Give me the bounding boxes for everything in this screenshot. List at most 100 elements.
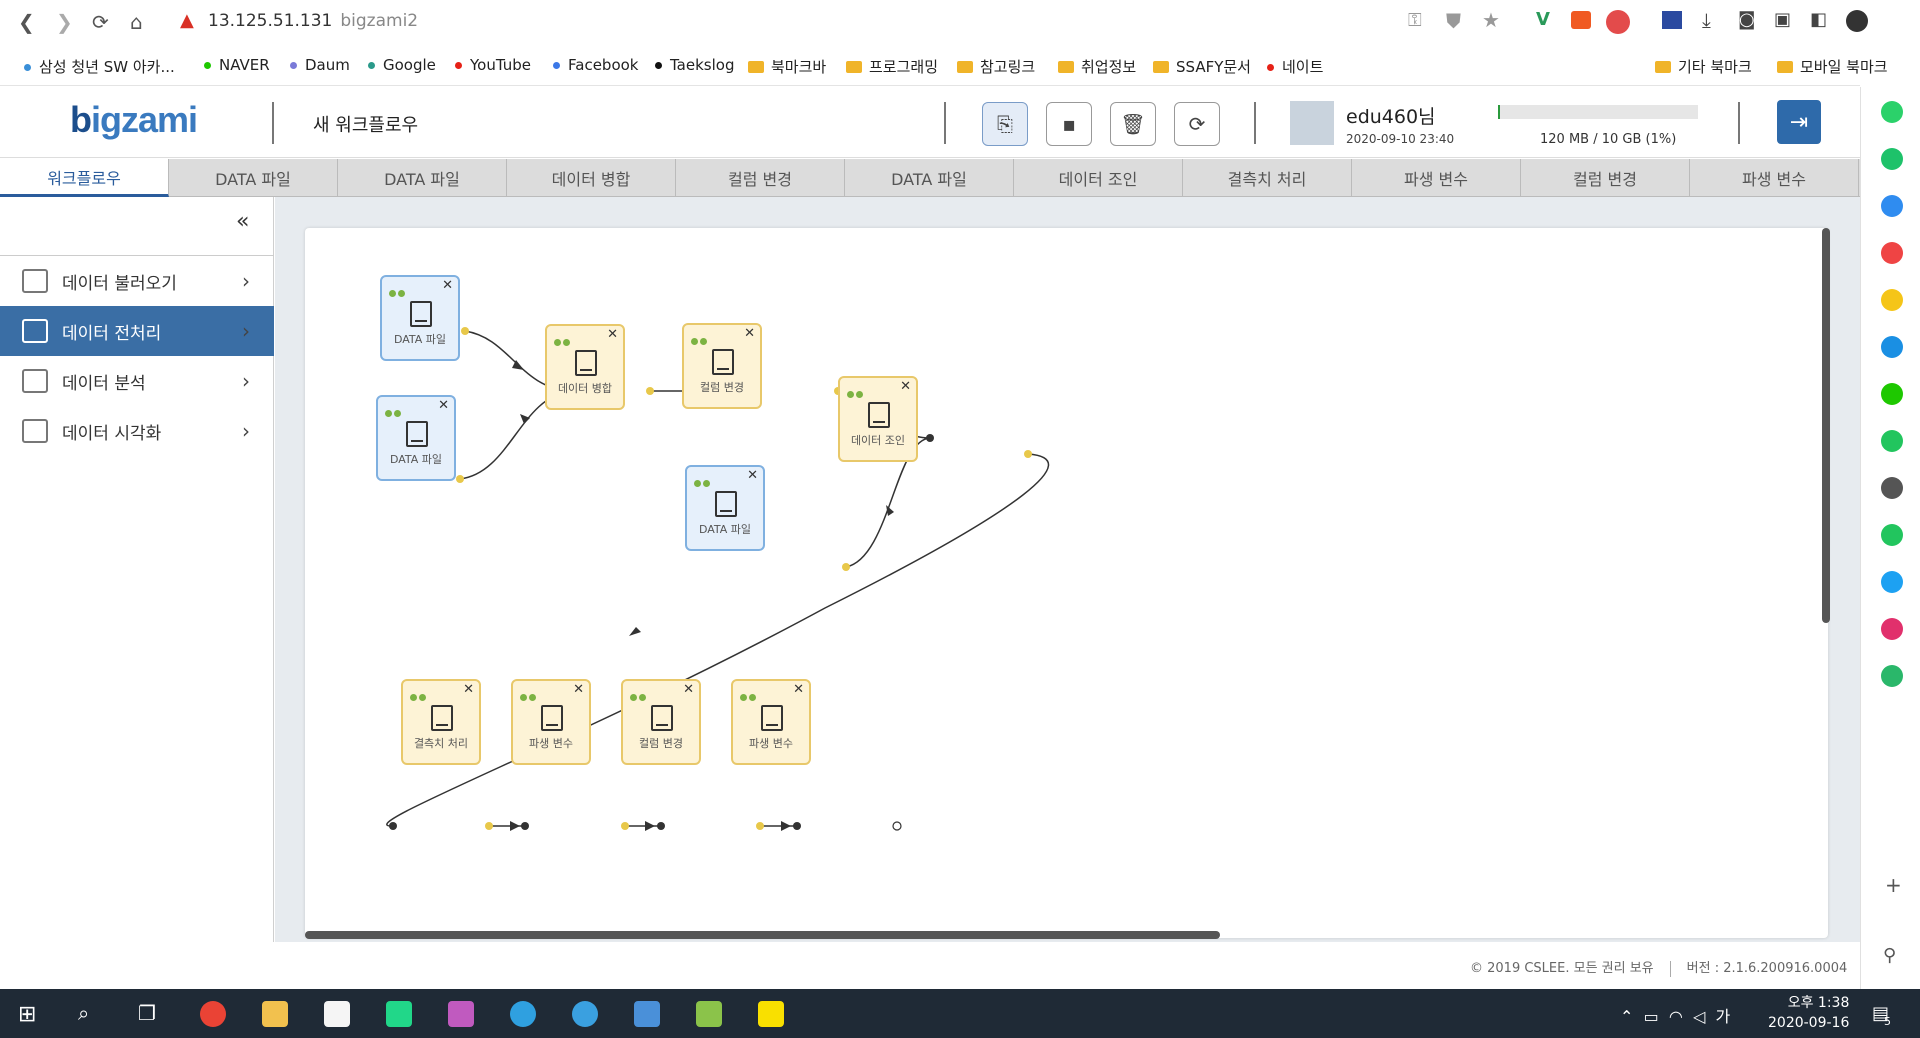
close-icon[interactable]: ✕	[442, 278, 453, 293]
workflow-node[interactable]: ✕ 파생 변수	[731, 679, 811, 765]
address-field[interactable]: 13.125.51.131 bigzami2	[208, 11, 418, 31]
task-view-icon[interactable]: ❐	[138, 1001, 156, 1025]
bookmark-link[interactable]: Daum	[290, 56, 350, 74]
bigzami-app-icon[interactable]	[510, 1001, 536, 1027]
ime-indicator[interactable]: 가	[1716, 1007, 1731, 1026]
close-icon[interactable]: ✕	[463, 682, 474, 697]
bookmark-folder[interactable]: 기타 북마크	[1655, 56, 1752, 77]
sidebar-icon[interactable]: ◧	[1810, 9, 1827, 30]
warning-icon[interactable]: ▲	[180, 10, 194, 31]
bookmark-folder[interactable]: SSAFY문서	[1153, 56, 1251, 77]
input-port[interactable]	[521, 822, 529, 830]
tab-node[interactable]: 파생 변수	[1352, 159, 1521, 197]
ext-green-icon[interactable]	[1881, 101, 1903, 123]
typora-icon[interactable]	[324, 1001, 350, 1027]
save-button[interactable]: ▪	[1046, 102, 1092, 146]
workflow-node[interactable]: ✕ 데이터 조인	[838, 376, 918, 462]
output-port[interactable]	[1024, 450, 1032, 458]
workflow-title[interactable]: 새 워크플로우	[313, 111, 418, 137]
add-icon[interactable]: +	[1885, 873, 1902, 897]
qlik-icon[interactable]	[696, 1001, 722, 1027]
bookmark-link[interactable]: YouTube	[455, 56, 531, 74]
bookmark-folder[interactable]: 참고링크	[957, 56, 1035, 77]
windows-start-icon[interactable]: ⊞	[18, 1002, 36, 1027]
bookmark-link[interactable]: NAVER	[204, 56, 270, 74]
ext-window-icon[interactable]	[1881, 195, 1903, 217]
close-icon[interactable]: ✕	[793, 682, 804, 697]
tab-workflow[interactable]: 워크플로우	[0, 159, 169, 197]
tab-node[interactable]: 결측치 처리	[1183, 159, 1352, 197]
edge-icon[interactable]	[572, 1001, 598, 1027]
camera-icon[interactable]: ◙	[1738, 9, 1755, 30]
collapse-sidebar-button[interactable]: «	[236, 209, 249, 234]
forward-icon[interactable]: ❯	[56, 10, 73, 34]
close-icon[interactable]: ✕	[900, 379, 911, 394]
key-icon[interactable]: ⚿	[1408, 10, 1422, 31]
bigzami-logo[interactable]: bigzami	[70, 99, 198, 141]
workflow-node[interactable]: ✕ 데이터 병합	[545, 324, 625, 410]
instagram-icon[interactable]	[1881, 618, 1903, 640]
workflow-node[interactable]: ✕ DATA 파일	[685, 465, 765, 551]
profile-avatar[interactable]	[1846, 10, 1868, 32]
tab-node[interactable]: 데이터 병합	[507, 159, 676, 197]
output-port[interactable]	[842, 563, 850, 571]
output-port[interactable]	[646, 387, 654, 395]
close-icon[interactable]: ✕	[607, 327, 618, 342]
line-icon[interactable]	[1881, 383, 1903, 405]
close-icon[interactable]: ✕	[683, 682, 694, 697]
bookmark-folder[interactable]: 모바일 북마크	[1777, 56, 1888, 77]
volume-icon[interactable]: ◁	[1693, 1007, 1705, 1026]
pin-icon[interactable]: ⚲	[1883, 945, 1896, 966]
workflow-node[interactable]: ✕ 컬럼 변경	[621, 679, 701, 765]
home-icon[interactable]: ⌂	[130, 10, 143, 34]
sidebar-item-data-import[interactable]: 데이터 불러오기 ›	[0, 256, 274, 306]
output-port[interactable]	[461, 327, 469, 335]
output-port[interactable]	[621, 822, 629, 830]
battery-icon[interactable]: ▭	[1644, 1007, 1659, 1026]
input-port[interactable]	[657, 822, 665, 830]
close-icon[interactable]: ✕	[438, 398, 449, 413]
shield-icon[interactable]: ⛊	[1446, 9, 1461, 33]
snip-icon[interactable]	[448, 1001, 474, 1027]
vue-devtools-icon[interactable]: V	[1536, 9, 1550, 30]
output-port[interactable]	[756, 822, 764, 830]
ext-edge-icon[interactable]	[1881, 336, 1903, 358]
bookmark-link[interactable]: Facebook	[553, 56, 638, 74]
reader-icon[interactable]: ▣	[1774, 9, 1791, 30]
bookmark-folder[interactable]: 프로그래밍	[846, 56, 938, 77]
tab-node[interactable]: 컬럼 변경	[676, 159, 845, 197]
kakaotalk-icon[interactable]	[758, 1001, 784, 1027]
download-icon[interactable]: ⤓	[1702, 8, 1711, 32]
back-icon[interactable]: ❮	[18, 10, 35, 34]
chrome-icon[interactable]	[200, 1001, 226, 1027]
workflow-node[interactable]: ✕ 컬럼 변경	[682, 323, 762, 409]
tab-node[interactable]: 파생 변수	[1690, 159, 1859, 197]
chevron-up-icon[interactable]: ⌃	[1620, 1007, 1633, 1026]
search-icon[interactable]: ⌕	[78, 1001, 89, 1025]
ext-cup-icon[interactable]	[1881, 524, 1903, 546]
close-icon[interactable]: ✕	[744, 326, 755, 341]
workflow-node[interactable]: ✕ DATA 파일	[380, 275, 460, 361]
horizontal-scrollbar[interactable]	[305, 931, 1220, 939]
bookmark-link[interactable]: Google	[368, 56, 436, 74]
workflow-node[interactable]: ✕ 결측치 처리	[401, 679, 481, 765]
ext-star-icon[interactable]	[1881, 289, 1903, 311]
workflow-canvas[interactable]: ✕ DATA 파일 ✕ DATA 파일 ✕ 데이터 병합 ✕ 컬럼 변경 ✕ 데이터 조인 ✕ DAT…	[305, 228, 1828, 938]
input-port[interactable]	[389, 822, 397, 830]
input-port[interactable]	[793, 822, 801, 830]
flag-icon[interactable]	[1662, 11, 1682, 29]
star-icon[interactable]: ★	[1482, 8, 1500, 32]
output-port[interactable]	[892, 821, 902, 831]
clock[interactable]: 오후 1:38 2020-09-16	[1768, 993, 1849, 1033]
tab-node[interactable]: 컬럼 변경	[1521, 159, 1690, 197]
ext-papago-icon[interactable]	[1881, 665, 1903, 687]
ext-face-icon[interactable]	[1881, 477, 1903, 499]
sidebar-item-preprocessing[interactable]: 데이터 전처리 ›	[0, 306, 274, 356]
workflow-node[interactable]: ✕ DATA 파일	[376, 395, 456, 481]
input-port[interactable]	[926, 434, 934, 442]
sidebar-item-analysis[interactable]: 데이터 분석 ›	[0, 356, 274, 406]
extension-ex-icon[interactable]	[1571, 11, 1591, 29]
delete-button[interactable]: 🗑	[1110, 102, 1156, 146]
bookmark-link[interactable]: 삼성 청년 SW 아카...	[24, 56, 175, 77]
vertical-scrollbar[interactable]	[1822, 228, 1830, 623]
